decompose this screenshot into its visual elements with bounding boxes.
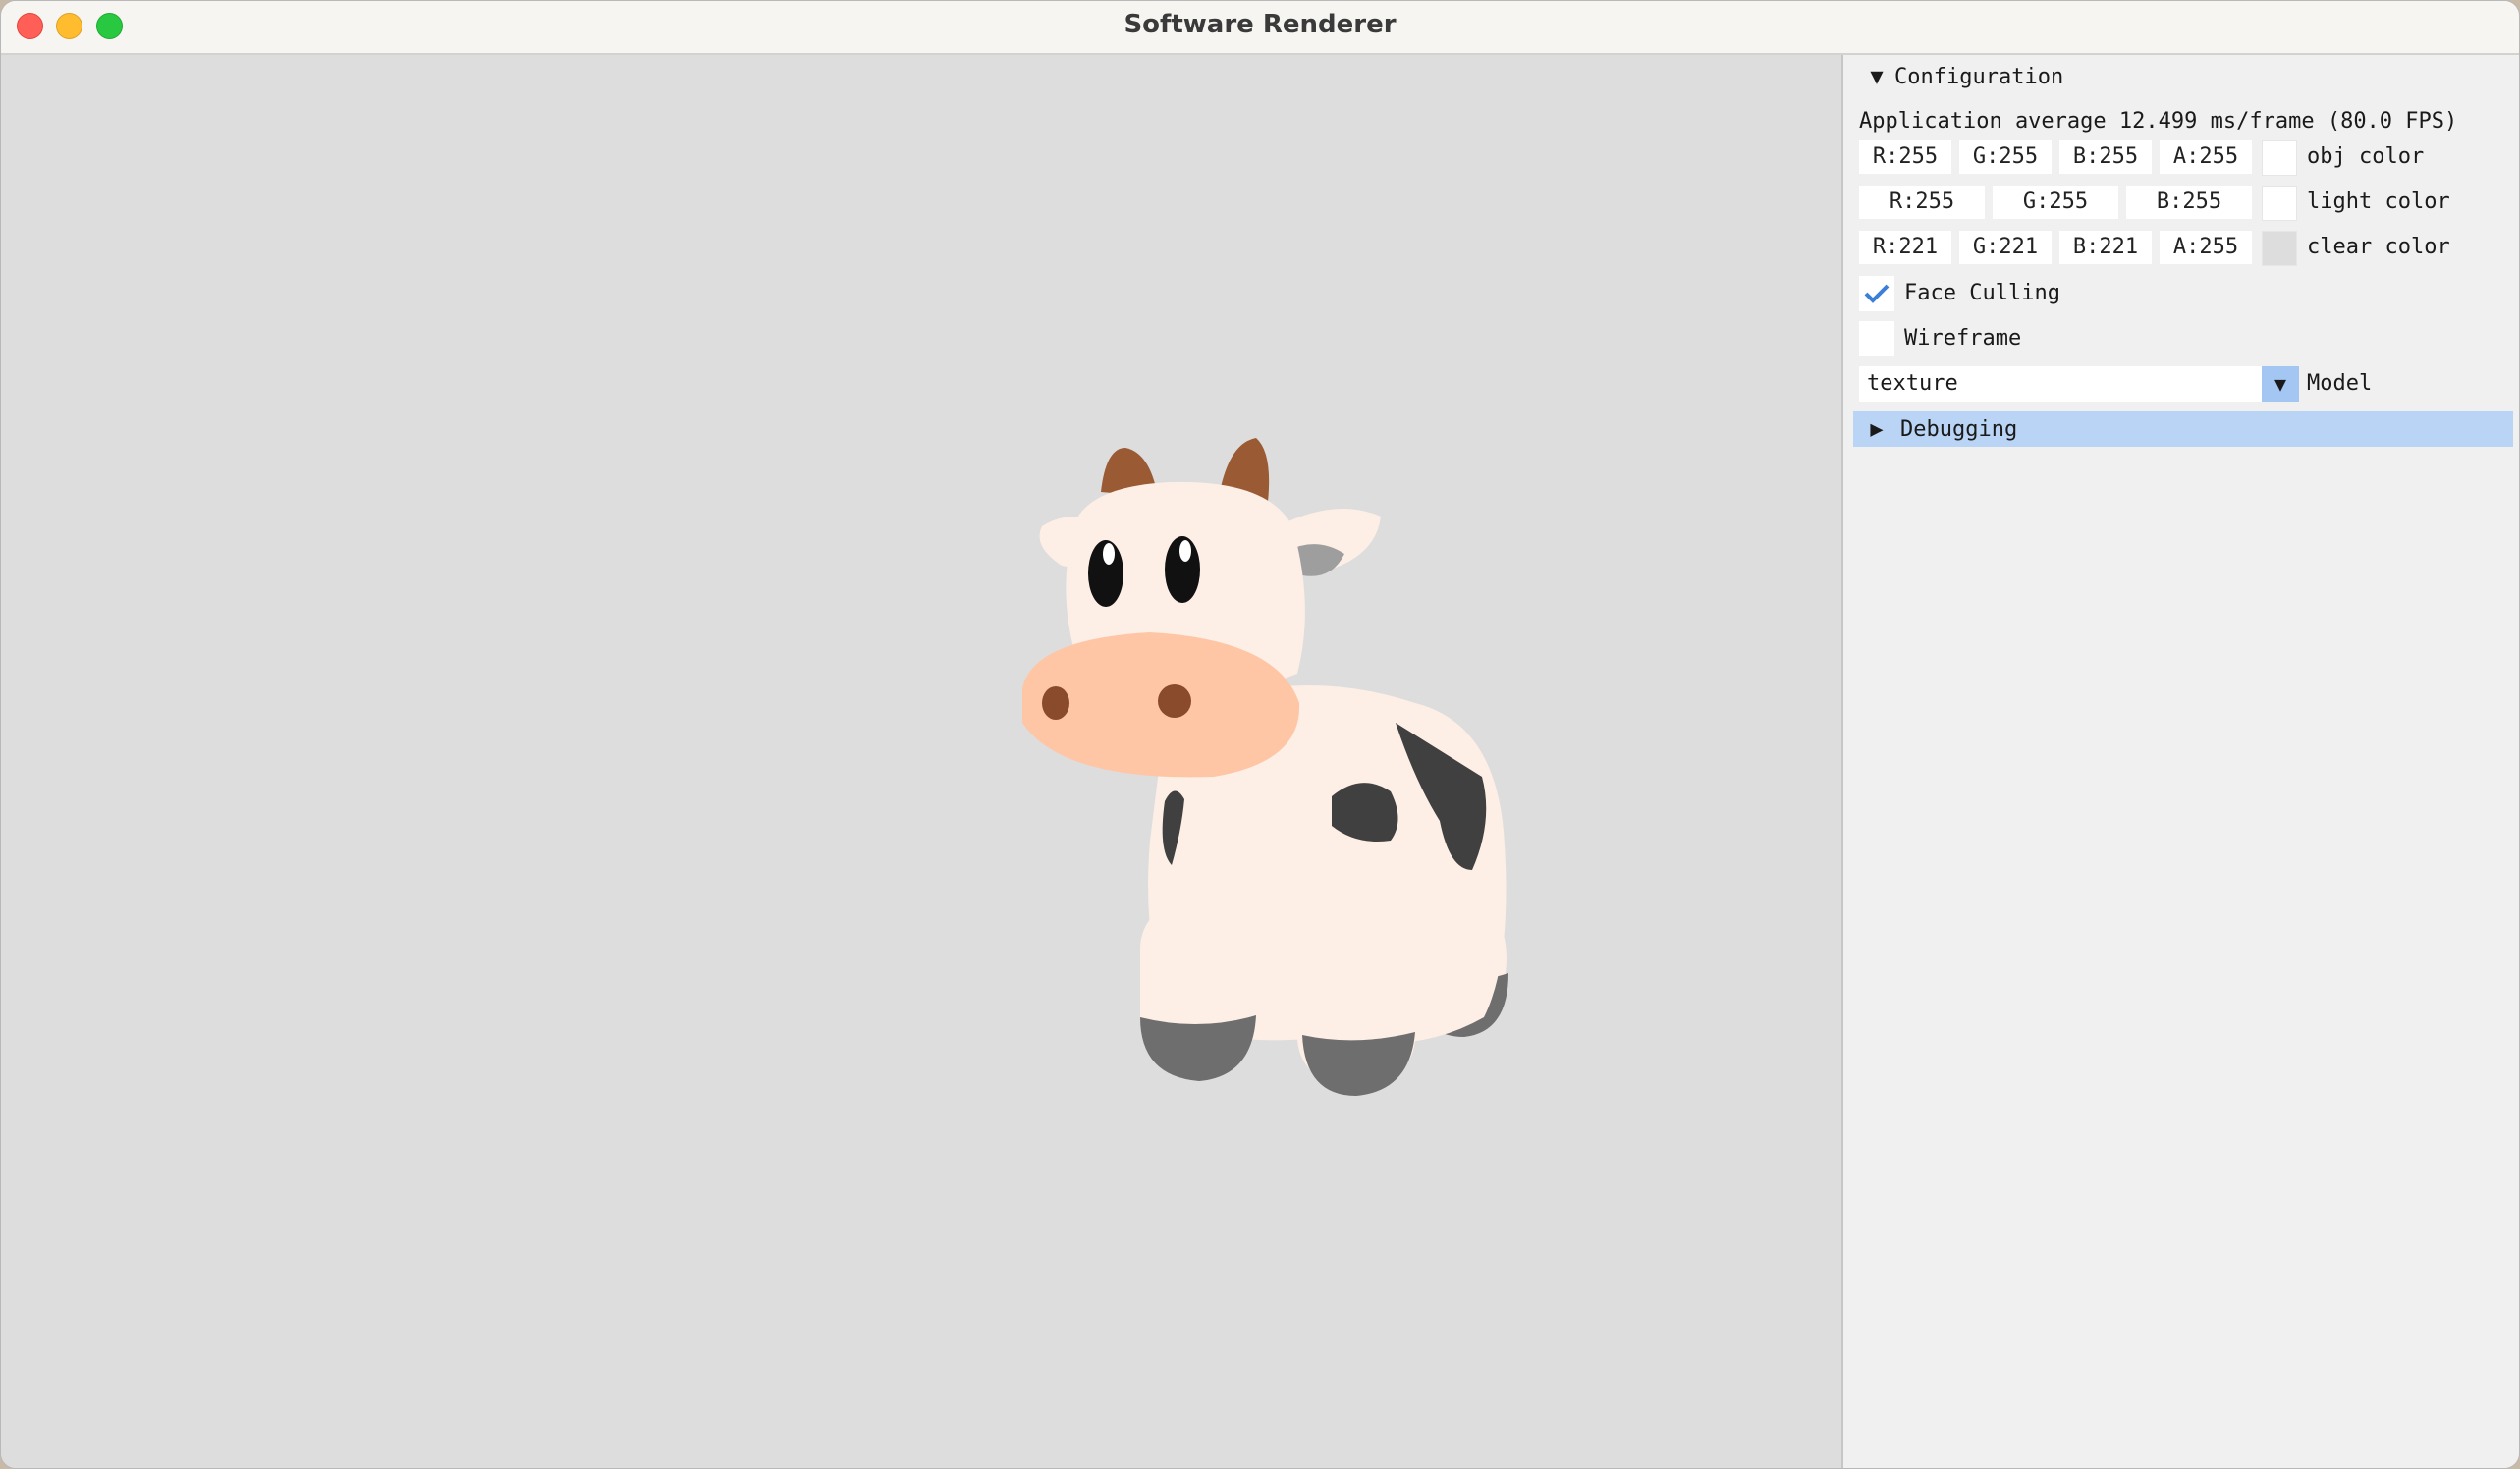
model-select[interactable]: texture xyxy=(1859,366,2262,402)
configuration-header[interactable]: ▼ Configuration xyxy=(1859,59,2511,94)
wireframe-row[interactable]: Wireframe xyxy=(1859,321,2511,356)
obj-color-a-field[interactable]: A:255 xyxy=(2160,140,2252,174)
wireframe-checkbox[interactable] xyxy=(1859,321,1894,356)
cow-left-nostril xyxy=(1042,686,1069,720)
configuration-panel: ▼ Configuration Application average 12.4… xyxy=(1841,55,2519,1468)
model-row: texture ▼ Model xyxy=(1859,366,2511,402)
obj-color-r-field[interactable]: R:255 xyxy=(1859,140,1951,174)
clear-color-g-field[interactable]: G:221 xyxy=(1959,231,2052,264)
obj-color-row: R:255 G:255 B:255 A:255 obj color xyxy=(1859,140,2511,176)
cow-model-render xyxy=(1022,438,1508,1096)
render-viewport[interactable] xyxy=(1,55,1841,1468)
configuration-title: Configuration xyxy=(1894,64,2064,89)
window-title: Software Renderer xyxy=(1123,10,1397,39)
face-culling-row[interactable]: Face Culling xyxy=(1859,276,2511,311)
collapse-arrow-icon: ▼ xyxy=(1870,64,1884,89)
clear-color-swatch[interactable] xyxy=(2262,231,2297,266)
obj-color-swatch[interactable] xyxy=(2262,140,2297,176)
clear-color-r-field[interactable]: R:221 xyxy=(1859,231,1951,264)
debugging-title: Debugging xyxy=(1900,416,2018,442)
cow-left-eye-highlight xyxy=(1103,543,1115,565)
cow-right-eye-highlight xyxy=(1179,540,1191,562)
debugging-header[interactable]: ▶ Debugging xyxy=(1853,411,2513,447)
obj-color-g-field[interactable]: G:255 xyxy=(1959,140,2052,174)
model-label: Model xyxy=(2307,371,2373,396)
light-color-swatch[interactable] xyxy=(2262,186,2297,221)
face-culling-checkbox[interactable] xyxy=(1859,276,1894,311)
cow-front-left-hoof xyxy=(1140,1015,1256,1081)
obj-color-b-field[interactable]: B:255 xyxy=(2059,140,2152,174)
light-color-label: light color xyxy=(2307,190,2450,214)
clear-color-row: R:221 G:221 B:221 A:255 clear color xyxy=(1859,231,2511,266)
expand-arrow-icon: ▶ xyxy=(1870,416,1884,442)
clear-color-b-field[interactable]: B:221 xyxy=(2059,231,2152,264)
clear-color-a-field[interactable]: A:255 xyxy=(2160,231,2252,264)
cow-front-right-hoof xyxy=(1302,1032,1415,1096)
app-window: Software Renderer ▼ Configuration Applic… xyxy=(0,0,2520,1469)
wireframe-label: Wireframe xyxy=(1904,326,2022,351)
fps-readout: Application average 12.499 ms/frame (80.… xyxy=(1859,109,2458,134)
light-color-row: R:255 G:255 B:255 light color xyxy=(1859,186,2511,221)
checkmark-icon xyxy=(1864,284,1890,303)
face-culling-label: Face Culling xyxy=(1904,281,2060,305)
clear-color-label: clear color xyxy=(2307,235,2450,259)
cow-right-nostril xyxy=(1158,684,1191,718)
light-color-g-field[interactable]: G:255 xyxy=(1993,186,2118,219)
title-bar[interactable]: Software Renderer xyxy=(1,1,2519,55)
dropdown-arrow-icon[interactable]: ▼ xyxy=(2262,366,2299,402)
light-color-r-field[interactable]: R:255 xyxy=(1859,186,1985,219)
light-color-b-field[interactable]: B:255 xyxy=(2126,186,2252,219)
obj-color-label: obj color xyxy=(2307,144,2425,169)
